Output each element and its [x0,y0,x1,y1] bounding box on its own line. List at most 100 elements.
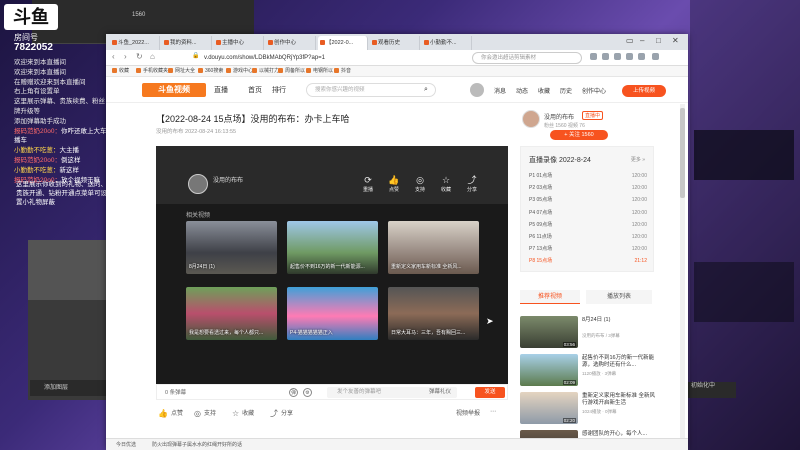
related-video-thumb[interactable]: 8月24日 (1) [186,221,277,274]
extension-icon[interactable] [602,53,609,60]
bookmark-item[interactable]: 游戏中心 [226,67,253,76]
live-badge[interactable]: 直播中 [582,111,604,120]
share-button[interactable]: ⤴ 分享 [270,408,293,419]
bookmark-item[interactable]: 手机收藏夹 [136,67,168,76]
status-left[interactable]: 今日优选 [116,441,136,448]
forward-icon[interactable]: › [124,52,127,61]
tab-recommend[interactable]: 推荐视频 [520,290,580,304]
menu-icon[interactable] [652,53,659,60]
player-action-1[interactable]: 👍 点赞 [384,175,404,193]
live-link[interactable]: 直播 [214,85,228,95]
browser-tab[interactable]: 小勤勤不... [422,36,472,50]
video-player[interactable]: 没用的布布 ⟳ 重播 👍 点赞 ◎ 支持 ☆ 收藏 ⤴ 分享 相关视频 8月24日 (1) 起售价不… [156,146,508,384]
extension-icon[interactable] [614,53,621,60]
browser-tab[interactable]: 【2022-0... [318,36,368,50]
page-scrollbar[interactable] [680,104,685,438]
like-button[interactable]: 👍 点赞 [158,408,183,418]
bookmark-label: 收藏 [119,68,130,74]
bookmark-item[interactable]: 抖音 [334,67,351,76]
bookmark-item[interactable]: 电钢所以 [306,67,333,76]
replay-part[interactable]: P1 01点场 120:00 [529,171,647,181]
header-dynamics[interactable]: 动态 [516,86,528,95]
follow-button[interactable]: + 关注 1560 [550,130,608,140]
header-favorites[interactable]: 收藏 [538,86,550,95]
header-creator-center[interactable]: 创作中心 [582,86,606,95]
extension-icon[interactable] [638,53,645,60]
replay-part[interactable]: P2 03点场 120:00 [529,183,647,193]
tab-playlist[interactable]: 播放列表 [586,290,652,304]
send-danmu-button[interactable]: 发送 [475,387,505,398]
refresh-icon[interactable]: ↻ [136,52,143,61]
danmu-toggle-icon[interactable]: 弹 [289,388,298,397]
browser-tab[interactable]: 观看历史 [370,36,420,50]
related-video-thumb[interactable]: 起售价不到16万的新一代新能源... [287,221,378,274]
pin-icon[interactable]: ▭ [626,36,634,45]
related-videos-label: 相关视频 [186,213,211,219]
player-action-0[interactable]: ⟳ 重播 [358,175,378,193]
search-icon[interactable]: ⌕ [424,86,428,94]
author-avatar[interactable] [188,174,208,194]
player-action-4[interactable]: ⤴ 分享 [462,175,482,193]
replay-part[interactable]: P6 11点场 120:00 [529,232,647,242]
maximize-icon[interactable]: □ [656,36,661,45]
support-button[interactable]: ◎ 支持 [194,408,216,418]
add-layer-button[interactable]: 添加图层 [30,380,106,396]
related-video-thumb[interactable]: 我是想要看透过来，每个人都只... [186,287,277,340]
extension-icon[interactable] [590,53,597,60]
recommended-thumb[interactable]: 02:20 [520,392,578,424]
url-field[interactable]: v.douyu.com/show/LDBkMAbQRjYp3fP?ap=1 [204,52,404,64]
chat-text: 在赠赠欢迎来到本直播间 [14,78,86,86]
scrollbar-thumb[interactable] [680,108,685,198]
bookmark-bar: 收藏 手机收藏夹 网址大全 360搜索 游戏中心 以械打力 周备所以 电钢所以 抖音 [106,66,688,77]
favorite-button[interactable]: ☆ 收藏 [232,408,254,418]
browser-tab[interactable]: 主播中心 [214,36,264,50]
header-history[interactable]: 历史 [560,86,572,95]
player-author-name[interactable]: 没用的布布 [213,175,243,184]
recommended-video[interactable]: 03:56 8月24日 (1) 没用的布布 / 3弹幕 [520,316,656,350]
replay-part[interactable]: P8 15点场 21:12 [529,256,647,266]
recommended-video[interactable]: 02:09 起售价不到16万的新一代新能源，选购时还有什么... 1120播放 · … [520,354,656,388]
status-message: 防火出现弹幕子属水水的红绳开好所的话 [152,442,243,448]
danmu-settings-icon[interactable]: ⚙ [303,388,312,397]
sidebar-author-avatar[interactable] [522,110,540,128]
recommended-thumb[interactable]: 03:56 [520,316,578,348]
nav-home[interactable]: 首页 [248,85,262,95]
related-video-thumb[interactable]: P4-猫猫猫猫猫正入 [287,287,378,340]
recommended-thumb[interactable]: 02:09 [520,354,578,386]
danmu-etiquette-link[interactable]: 弹幕礼仪 [429,387,451,398]
browser-search-input[interactable]: 你会邀出超话剪辑素材 [472,52,582,64]
replay-part[interactable]: P5 09点场 120:00 [529,220,647,230]
close-icon[interactable]: ✕ [672,36,679,45]
minimize-icon[interactable]: – [640,36,644,45]
replay-part[interactable]: P4 07点场 120:00 [529,208,647,218]
header-messages[interactable]: 消息 [494,86,506,95]
site-search-input[interactable]: 搜索你感兴趣的视频 [306,83,436,97]
sidebar-author-name[interactable]: 没用的布布 [544,112,574,121]
related-video-thumb[interactable]: 重新定义家用车新标准 全新风... [388,221,479,274]
back-icon[interactable]: ‹ [112,52,115,61]
browser-tab[interactable]: 斗鱼_2022... [110,36,160,50]
replay-more-link[interactable]: 更多 » [631,156,645,163]
avatar[interactable] [470,83,484,97]
home-icon[interactable]: ⌂ [150,52,155,61]
extension-icon[interactable] [626,53,633,60]
browser-tab[interactable]: 创作中心 [266,36,316,50]
bookmark-item[interactable]: 以械打力 [252,67,279,76]
danmu-input[interactable]: 发个友善的弹幕吧 弹幕礼仪 [327,387,457,398]
more-icon[interactable]: ⋯ [490,408,496,415]
related-video-thumb[interactable]: 日常大耳马：三年，吾有赐回三... [388,287,479,340]
bookmark-item[interactable]: 网址大全 [168,67,195,76]
browser-tab[interactable]: 我的资料... [162,36,212,50]
replay-part[interactable]: P7 13点场 120:00 [529,244,647,254]
bookmark-item[interactable]: 周备所以 [278,67,305,76]
douyu-video-logo[interactable]: 斗鱼视频 [142,83,206,97]
bookmark-item[interactable]: 360搜索 [198,67,223,76]
player-action-3[interactable]: ☆ 收藏 [436,175,456,193]
bookmark-item[interactable]: 收藏 [112,67,129,76]
replay-part[interactable]: P3 05点场 120:00 [529,195,647,205]
nav-rank[interactable]: 排行 [272,85,286,95]
report-link[interactable]: 视频举报 [456,408,480,417]
player-action-2[interactable]: ◎ 支持 [410,175,430,193]
recommended-video[interactable]: 02:20 重新定义家用车新标准 全新风行游戏开启新生活 1024播放 · 0弹幕 [520,392,656,426]
upload-button[interactable]: 上传视频 [622,85,666,97]
